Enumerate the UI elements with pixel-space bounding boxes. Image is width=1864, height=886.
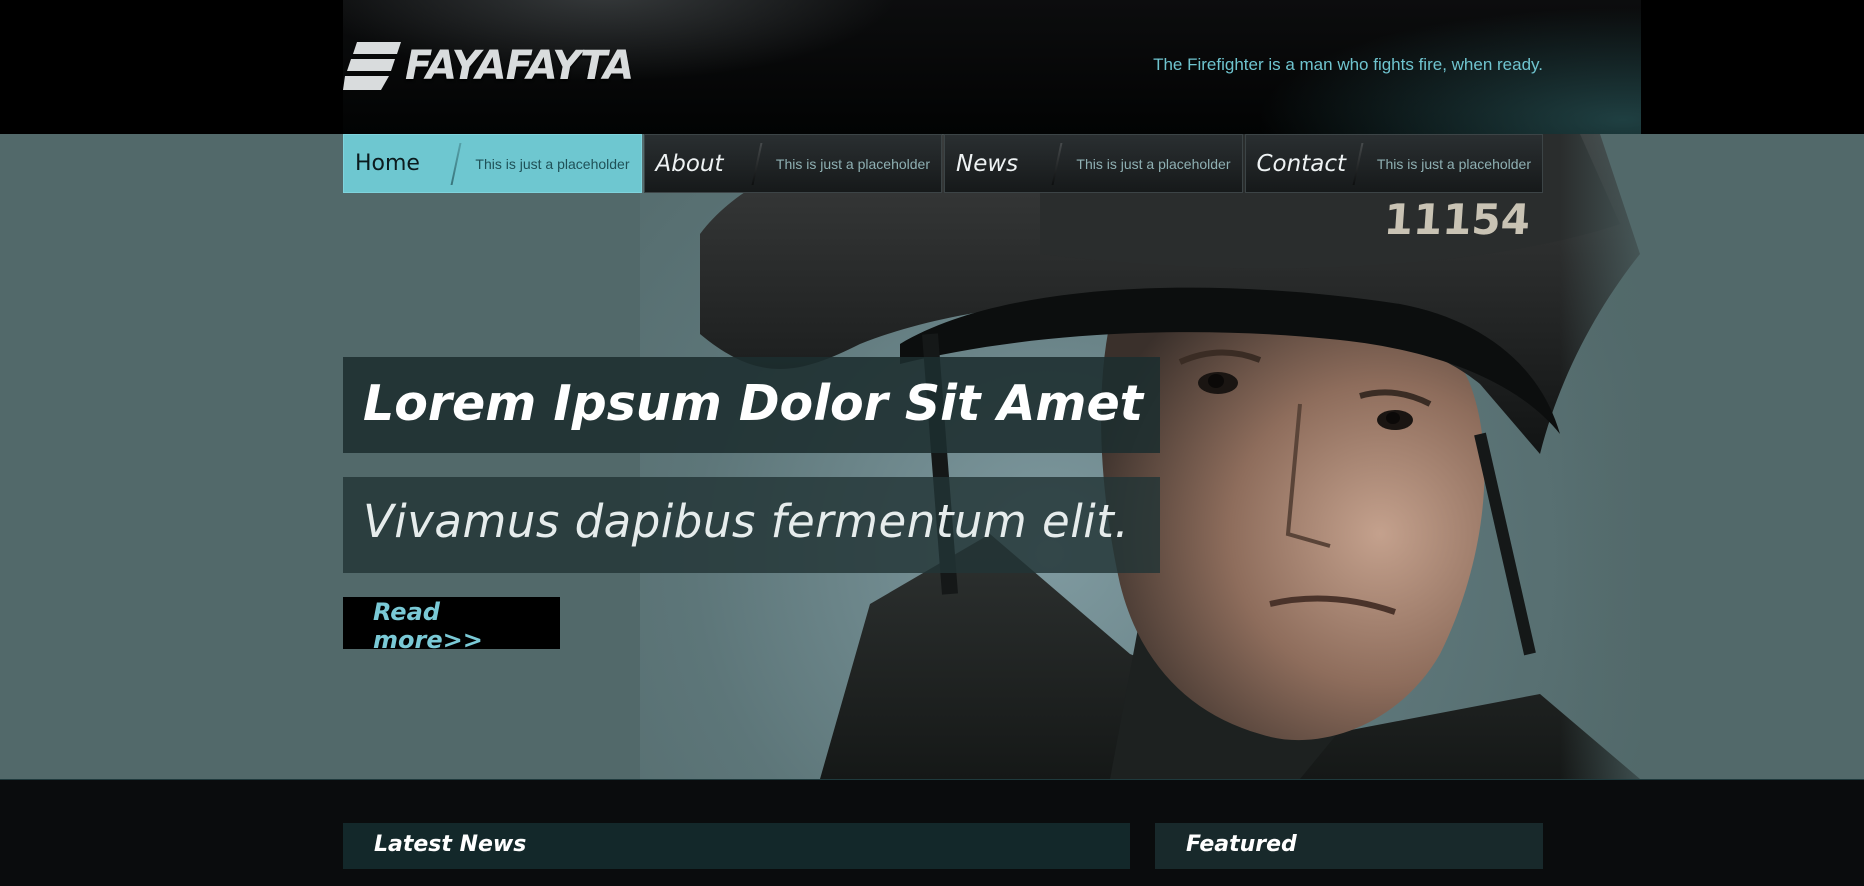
nav-subtext: This is just a placeholder <box>475 155 630 172</box>
content-section: Latest News Featured <box>0 779 1864 886</box>
nav-subtext: This is just a placeholder <box>1076 155 1231 172</box>
site-logo[interactable]: FAYAFAYTA <box>343 40 634 92</box>
site-header: FAYAFAYTA The Firefighter is a man who f… <box>0 0 1864 134</box>
latest-news-header: Latest News <box>343 823 1130 869</box>
nav-label: Contact <box>1256 150 1346 177</box>
read-more-button[interactable]: Read more>> <box>343 597 560 654</box>
page: FAYAFAYTA The Firefighter is a man who f… <box>0 0 1864 886</box>
site-tagline: The Firefighter is a man who fights fire… <box>1153 55 1543 74</box>
nav-label: Home <box>355 151 420 176</box>
hero-title-box: Lorem Ipsum Dolor Sit Amet <box>343 357 1160 453</box>
nav-subtext: This is just a placeholder <box>775 155 930 172</box>
nav-label: About <box>655 150 724 177</box>
logo-stripes-icon <box>343 42 401 90</box>
featured-title: Featured <box>1186 832 1297 857</box>
main-nav: Home This is just a placeholder About Th… <box>343 134 1543 193</box>
hero-title: Lorem Ipsum Dolor Sit Amet <box>363 375 1144 432</box>
helmet-number: 11154 <box>1382 195 1532 244</box>
featured-header: Featured <box>1155 823 1543 869</box>
nav-label: News <box>956 150 1019 177</box>
nav-item-home[interactable]: Home This is just a placeholder <box>343 134 642 193</box>
latest-news-title: Latest News <box>374 832 527 857</box>
firefighter-photo: 11154 <box>0 134 1864 779</box>
hero-banner: 11154 Home This is just a placeholder Ab… <box>0 134 1864 779</box>
nav-item-about[interactable]: About This is just a placeholder <box>643 134 942 193</box>
hero-subtitle: Vivamus dapibus fermentum elit. <box>363 495 1130 548</box>
nav-item-news[interactable]: News This is just a placeholder <box>944 134 1243 193</box>
hero-subtitle-box: Vivamus dapibus fermentum elit. <box>343 477 1160 573</box>
nav-subtext: This is just a placeholder <box>1376 155 1531 172</box>
logo-text: FAYAFAYTA <box>405 43 634 89</box>
nav-item-contact[interactable]: Contact This is just a placeholder <box>1244 134 1543 193</box>
